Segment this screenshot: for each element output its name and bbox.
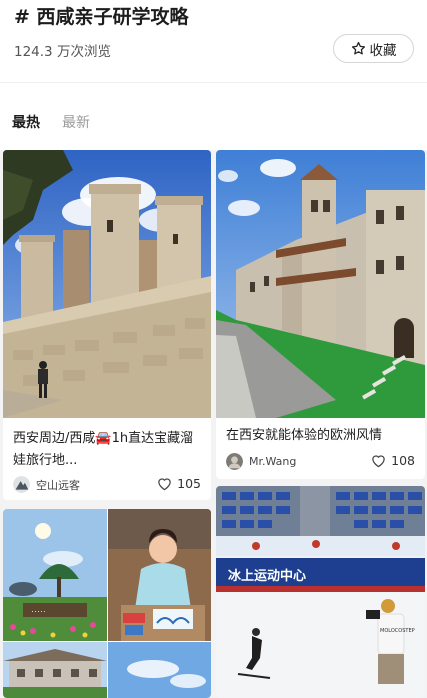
heart-icon [372,454,385,467]
shirt-text: MOLOCOSTEP [380,628,415,634]
post-feed: 西安周边/西咸🚘1h直达宝藏溜娃旅行地... 空山远客 105 在西安就能体验的… [0,150,427,698]
view-count: 124.3 万次浏览 [14,44,111,60]
header-divider [0,82,427,83]
post-title[interactable]: 在西安就能体验的欧洲风情 [226,425,421,447]
favorite-button[interactable]: 收藏 [333,34,414,63]
topic-title: # 西咸亲子研学攻略 [14,6,189,28]
author-name: 空山远客 [36,478,80,492]
post-author[interactable]: 空山远客 [13,476,80,493]
like-count: 105 [177,476,201,491]
heart-icon [158,477,171,490]
tab-latest[interactable]: 最新 [62,112,90,132]
like-count: 108 [391,453,415,468]
post-cover-image[interactable] [216,150,425,418]
post-card[interactable]: 在西安就能体验的欧洲风情 Mr.Wang 108 [216,150,425,479]
post-card[interactable]: 冰上运动中心 MOLOCOSTEP [216,486,425,698]
like-button[interactable]: 105 [157,476,201,491]
author-name: Mr.Wang [249,455,297,468]
post-cover-image[interactable]: ····· [3,509,211,698]
post-cover-image[interactable] [3,150,211,418]
post-cover-image[interactable]: 冰上运动中心 MOLOCOSTEP [216,486,425,698]
avatar [13,476,30,493]
post-card[interactable]: ····· [3,509,211,698]
post-author[interactable]: Mr.Wang [226,453,296,470]
star-icon [351,41,365,55]
topic-header: # 西咸亲子研学攻略 124.3 万次浏览 收藏 [0,0,427,82]
svg-text:·····: ····· [31,606,46,616]
arena-sign-text: 冰上运动中心 [228,568,306,584]
tab-hot[interactable]: 最热 [12,112,40,132]
like-button[interactable]: 108 [371,453,415,468]
favorite-label: 收藏 [369,42,397,59]
post-title[interactable]: 西安周边/西咸🚘1h直达宝藏溜娃旅行地... [13,428,203,472]
post-card[interactable]: 西安周边/西咸🚘1h直达宝藏溜娃旅行地... 空山远客 105 [3,150,211,500]
avatar [226,453,243,470]
